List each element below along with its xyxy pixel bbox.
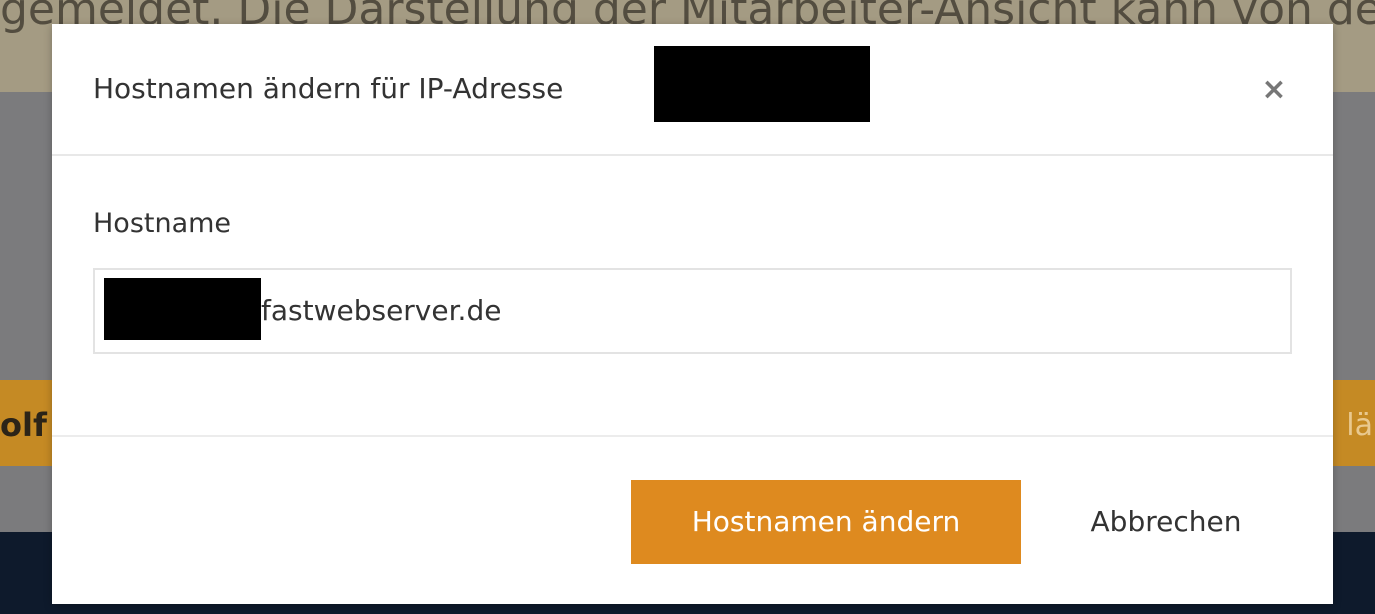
hostname-label: Hostname xyxy=(93,208,232,239)
hostname-input[interactable]: fastwebserver.de xyxy=(93,268,1292,354)
redacted-ip-address xyxy=(654,46,870,122)
background-orange-left-text: olf xyxy=(0,406,47,444)
close-icon[interactable]: × xyxy=(1256,72,1292,108)
dialog-header: Hostnamen ändern für IP-Adresse × xyxy=(52,24,1333,156)
dialog-title: Hostnamen ändern für IP-Adresse xyxy=(93,72,564,105)
change-hostname-button[interactable]: Hostnamen ändern xyxy=(631,480,1021,564)
redacted-hostname-prefix xyxy=(104,278,261,340)
footer-divider xyxy=(52,435,1333,437)
cancel-button[interactable]: Abbrechen xyxy=(1062,480,1270,564)
edit-hostname-dialog: Hostnamen ändern für IP-Adresse × Hostna… xyxy=(52,24,1333,604)
background-orange-right-text: lä xyxy=(1346,408,1373,443)
screen: gemeldet. Die Darstellung der Mitarbeite… xyxy=(0,0,1375,614)
hostname-input-value: fastwebserver.de xyxy=(261,294,502,327)
